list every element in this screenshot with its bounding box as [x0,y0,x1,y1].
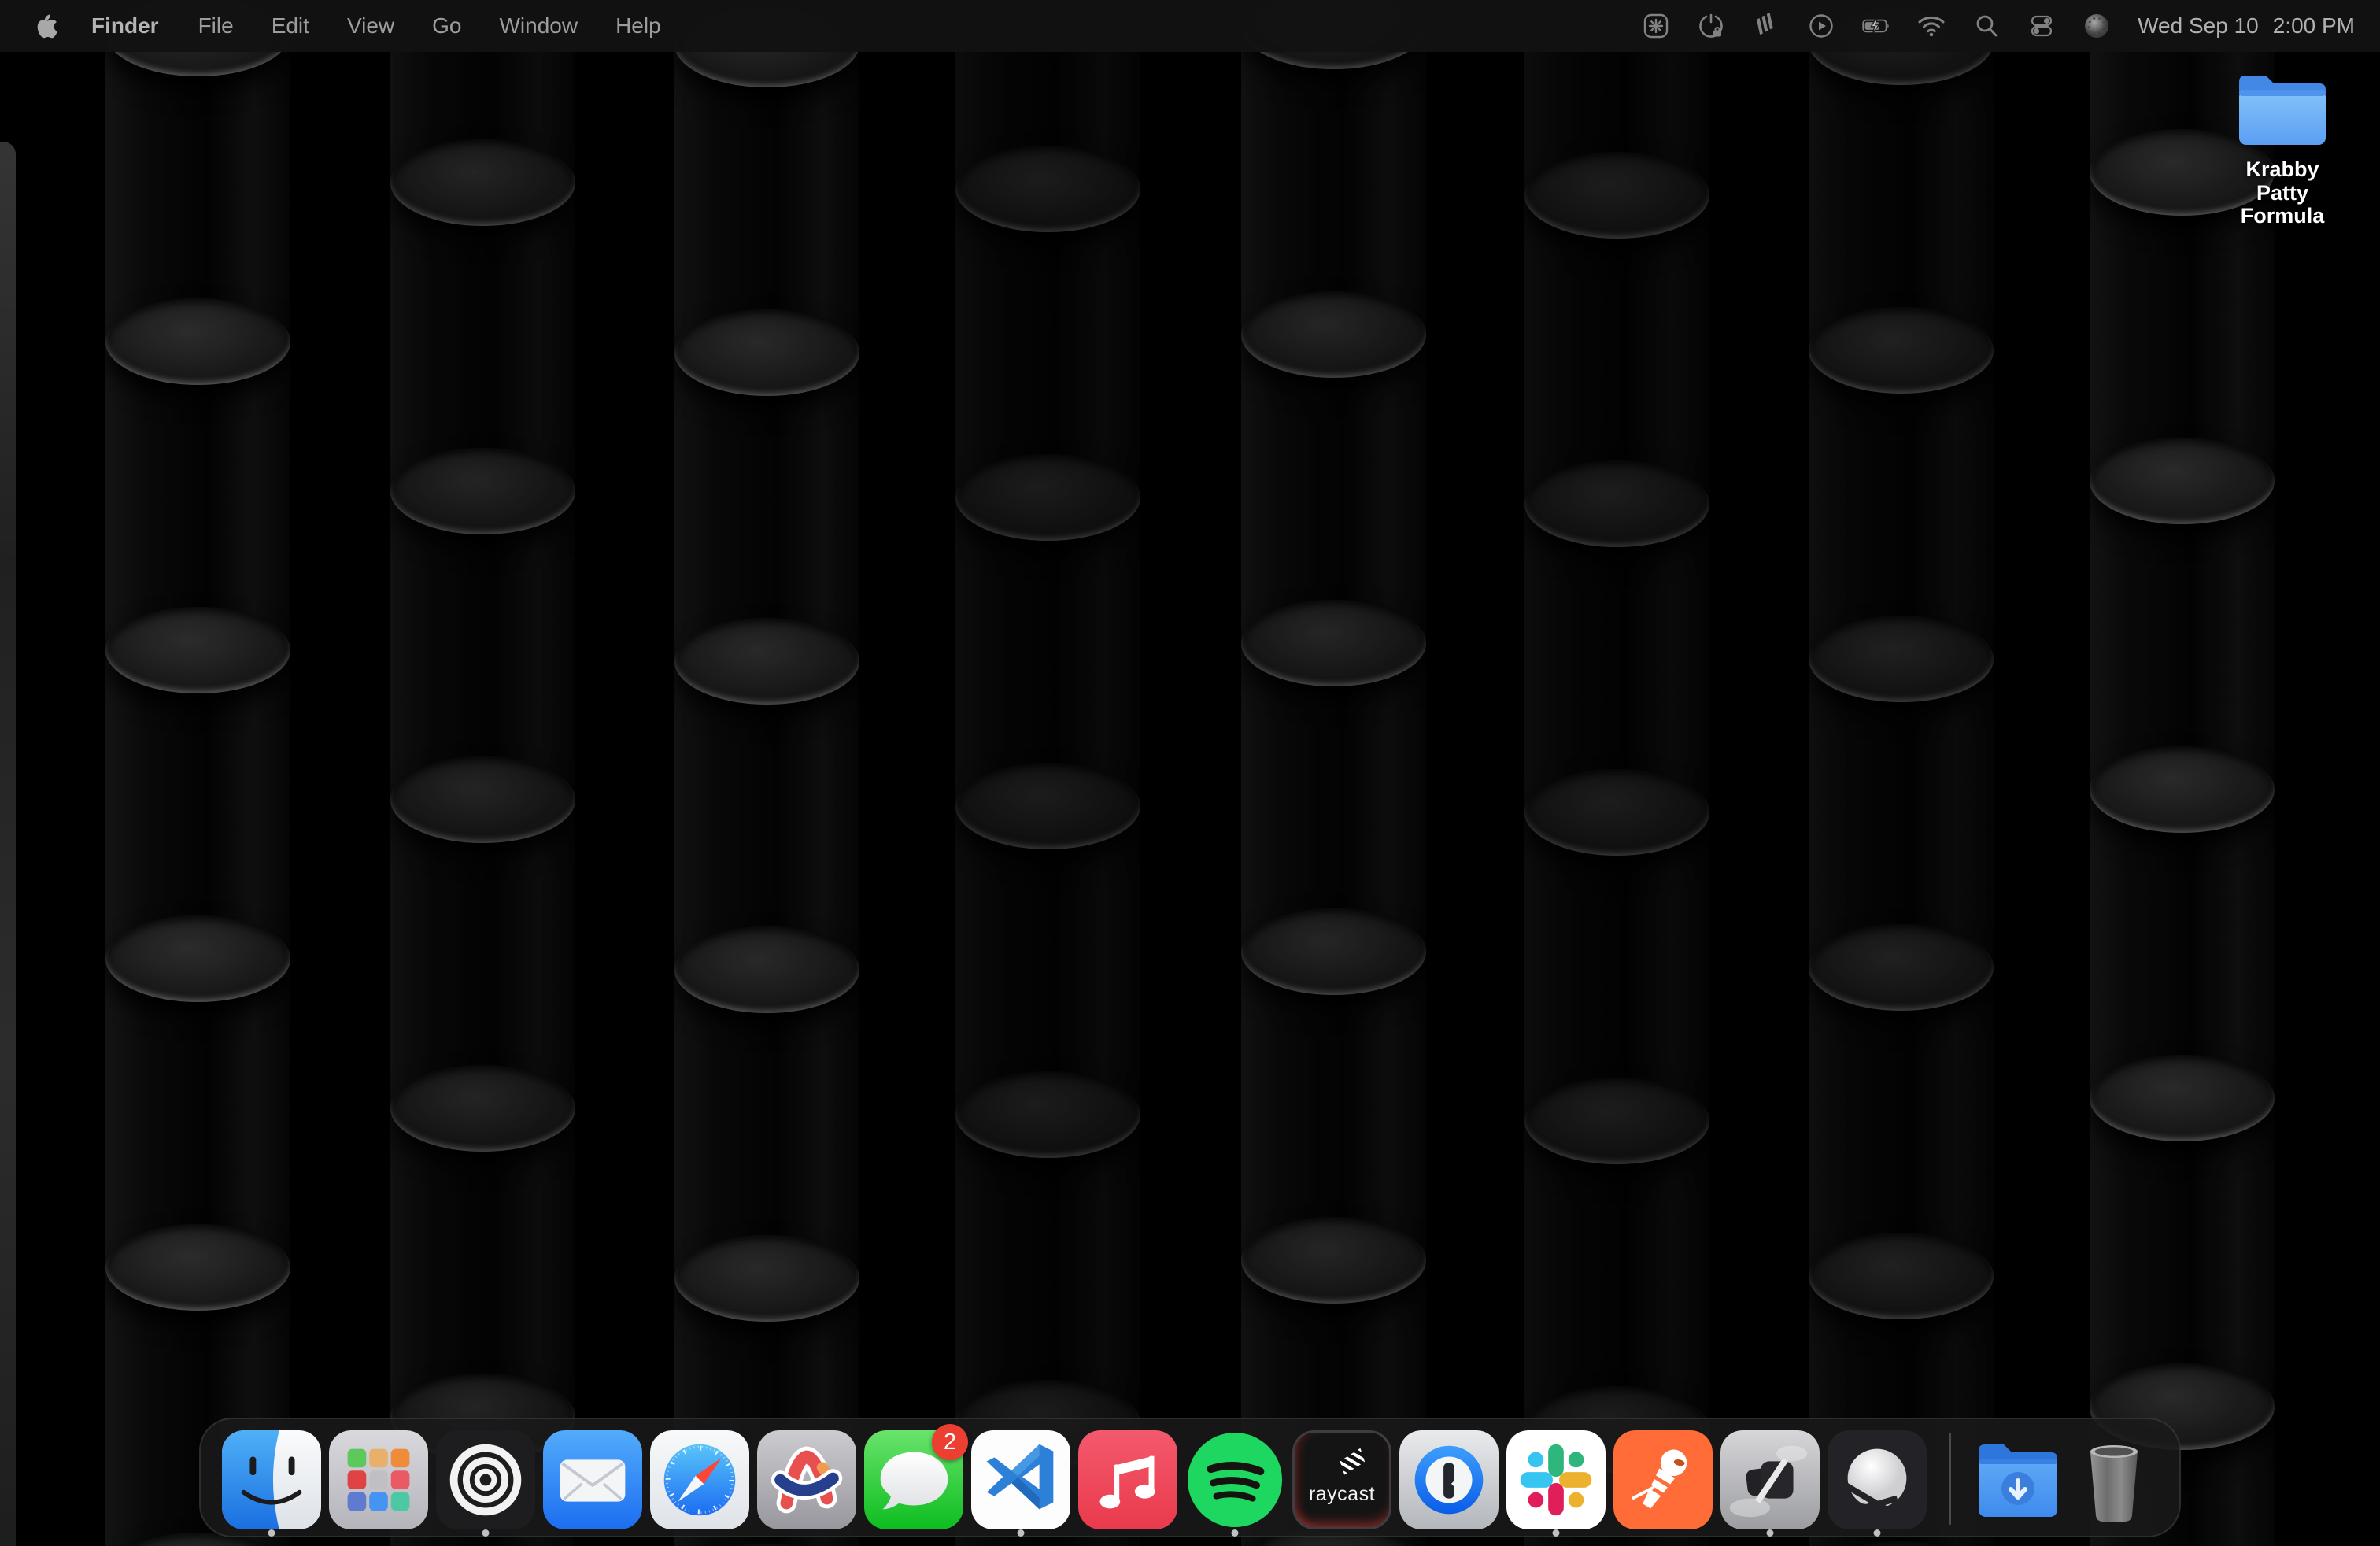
wallpaper-cylinder-column [955,0,1140,1546]
messages-badge: 2 [932,1424,968,1460]
menu-bar-time: 2:00 PM [2273,13,2355,39]
trash-icon [2070,1430,2158,1529]
battery-charging-icon[interactable] [1862,12,1890,40]
wallpaper-edge-cylinder [0,142,16,1546]
menu-bar-left: Finder File Edit View Go Window Help [0,0,680,52]
dock-item-safari[interactable] [650,1430,749,1537]
dock-item-slack[interactable] [1506,1430,1606,1537]
finder-icon [222,1430,321,1529]
running-indicator [1874,1529,1881,1537]
menu-window[interactable]: Window [480,0,597,52]
arc-browser-icon [757,1430,856,1529]
control-center-icon[interactable] [2027,12,2056,40]
dock-item-apple-music[interactable] [1078,1430,1177,1537]
dark-glyph-icon [1720,1430,1820,1529]
menu-bar-clock[interactable]: Wed Sep 10 2:00 PM [2138,13,2355,39]
dock-item-postman[interactable] [1613,1430,1713,1537]
menu-bar: Finder File Edit View Go Window Help [0,0,2380,52]
wallpaper-cylinder-column [1241,0,1426,1546]
dock-item-launchpad[interactable] [329,1430,428,1537]
dock-item-mail[interactable] [543,1430,642,1537]
mail-icon [543,1430,642,1529]
menu-help[interactable]: Help [597,0,680,52]
folder-icon [2233,69,2332,150]
dock-item-1password[interactable] [1399,1430,1499,1537]
running-indicator [268,1529,275,1537]
running-indicator [1018,1529,1025,1537]
menu-bar-date: Wed Sep 10 [2138,13,2259,39]
menu-edit[interactable]: Edit [253,0,328,52]
safari-icon [650,1430,749,1529]
now-playing-icon[interactable] [1807,12,1835,40]
wallpaper-cylinder-column [390,0,575,1546]
dock-item-concentric-rings-app[interactable] [436,1430,535,1537]
launchpad-icon [329,1430,428,1529]
lock-circle-icon[interactable] [1697,12,1725,40]
running-indicator [1553,1529,1560,1537]
running-indicator [1767,1529,1774,1537]
dock-item-finder[interactable] [222,1430,321,1537]
menu-finder[interactable]: Finder [71,0,179,52]
desktop-folder-krabby-patty[interactable]: Krabby Patty Formula [2218,69,2347,228]
menu-go[interactable]: Go [413,0,480,52]
spotify-icon [1185,1430,1284,1529]
running-indicator [482,1529,490,1537]
wallpaper-cylinder-column [1809,0,1994,1546]
dock-item-dark-glyph-app[interactable] [1720,1430,1820,1537]
dock-item-trash[interactable] [2070,1430,2158,1537]
wallpaper-cylinder-column [1524,0,1709,1546]
vscode-icon [971,1430,1070,1529]
dock-item-linear[interactable] [1828,1430,1927,1537]
menu-file[interactable]: File [179,0,253,52]
raycast-icon: raycast [1292,1430,1391,1529]
spotlight-search-icon[interactable] [1972,12,2001,40]
dock-divider [1949,1433,1951,1525]
dock-item-raycast[interactable]: raycast [1292,1430,1391,1537]
downloads-folder-icon [1974,1430,2062,1529]
striped-flag-icon[interactable] [1752,12,1780,40]
desktop-folder-label: Krabby Patty Formula [2218,158,2347,228]
dock-item-messages[interactable]: 2 [864,1430,963,1537]
dock-item-spotify[interactable] [1185,1430,1284,1537]
raycast-icon-text: raycast [1309,1483,1375,1506]
apple-music-icon [1078,1430,1177,1529]
running-indicator [1232,1529,1239,1537]
postman-icon [1613,1430,1713,1529]
starburst-icon[interactable] [1642,12,1670,40]
wifi-icon[interactable] [1917,12,1946,40]
slack-icon [1506,1430,1606,1529]
dock-item-vscode[interactable] [971,1430,1070,1537]
linear-icon [1828,1430,1927,1529]
dock-item-downloads-folder[interactable] [1974,1430,2062,1537]
siri-icon[interactable] [2082,12,2111,40]
wallpaper-cylinder-column [674,0,859,1546]
wallpaper-cylinder-column [105,0,290,1546]
menu-bar-status: Wed Sep 10 2:00 PM [1642,12,2380,40]
apple-menu-icon[interactable] [28,12,71,40]
concentric-rings-icon [436,1430,535,1529]
raycast-glitch-mark [1338,1448,1367,1474]
dock-item-arc-browser[interactable] [757,1430,856,1537]
wallpaper [0,0,2380,1546]
dock: 2 [199,1418,2181,1537]
desktop-screen: Finder File Edit View Go Window Help [0,0,2380,1546]
1password-icon [1399,1430,1499,1529]
menu-view[interactable]: View [328,0,413,52]
wallpaper-cylinder-column [2090,0,2275,1546]
